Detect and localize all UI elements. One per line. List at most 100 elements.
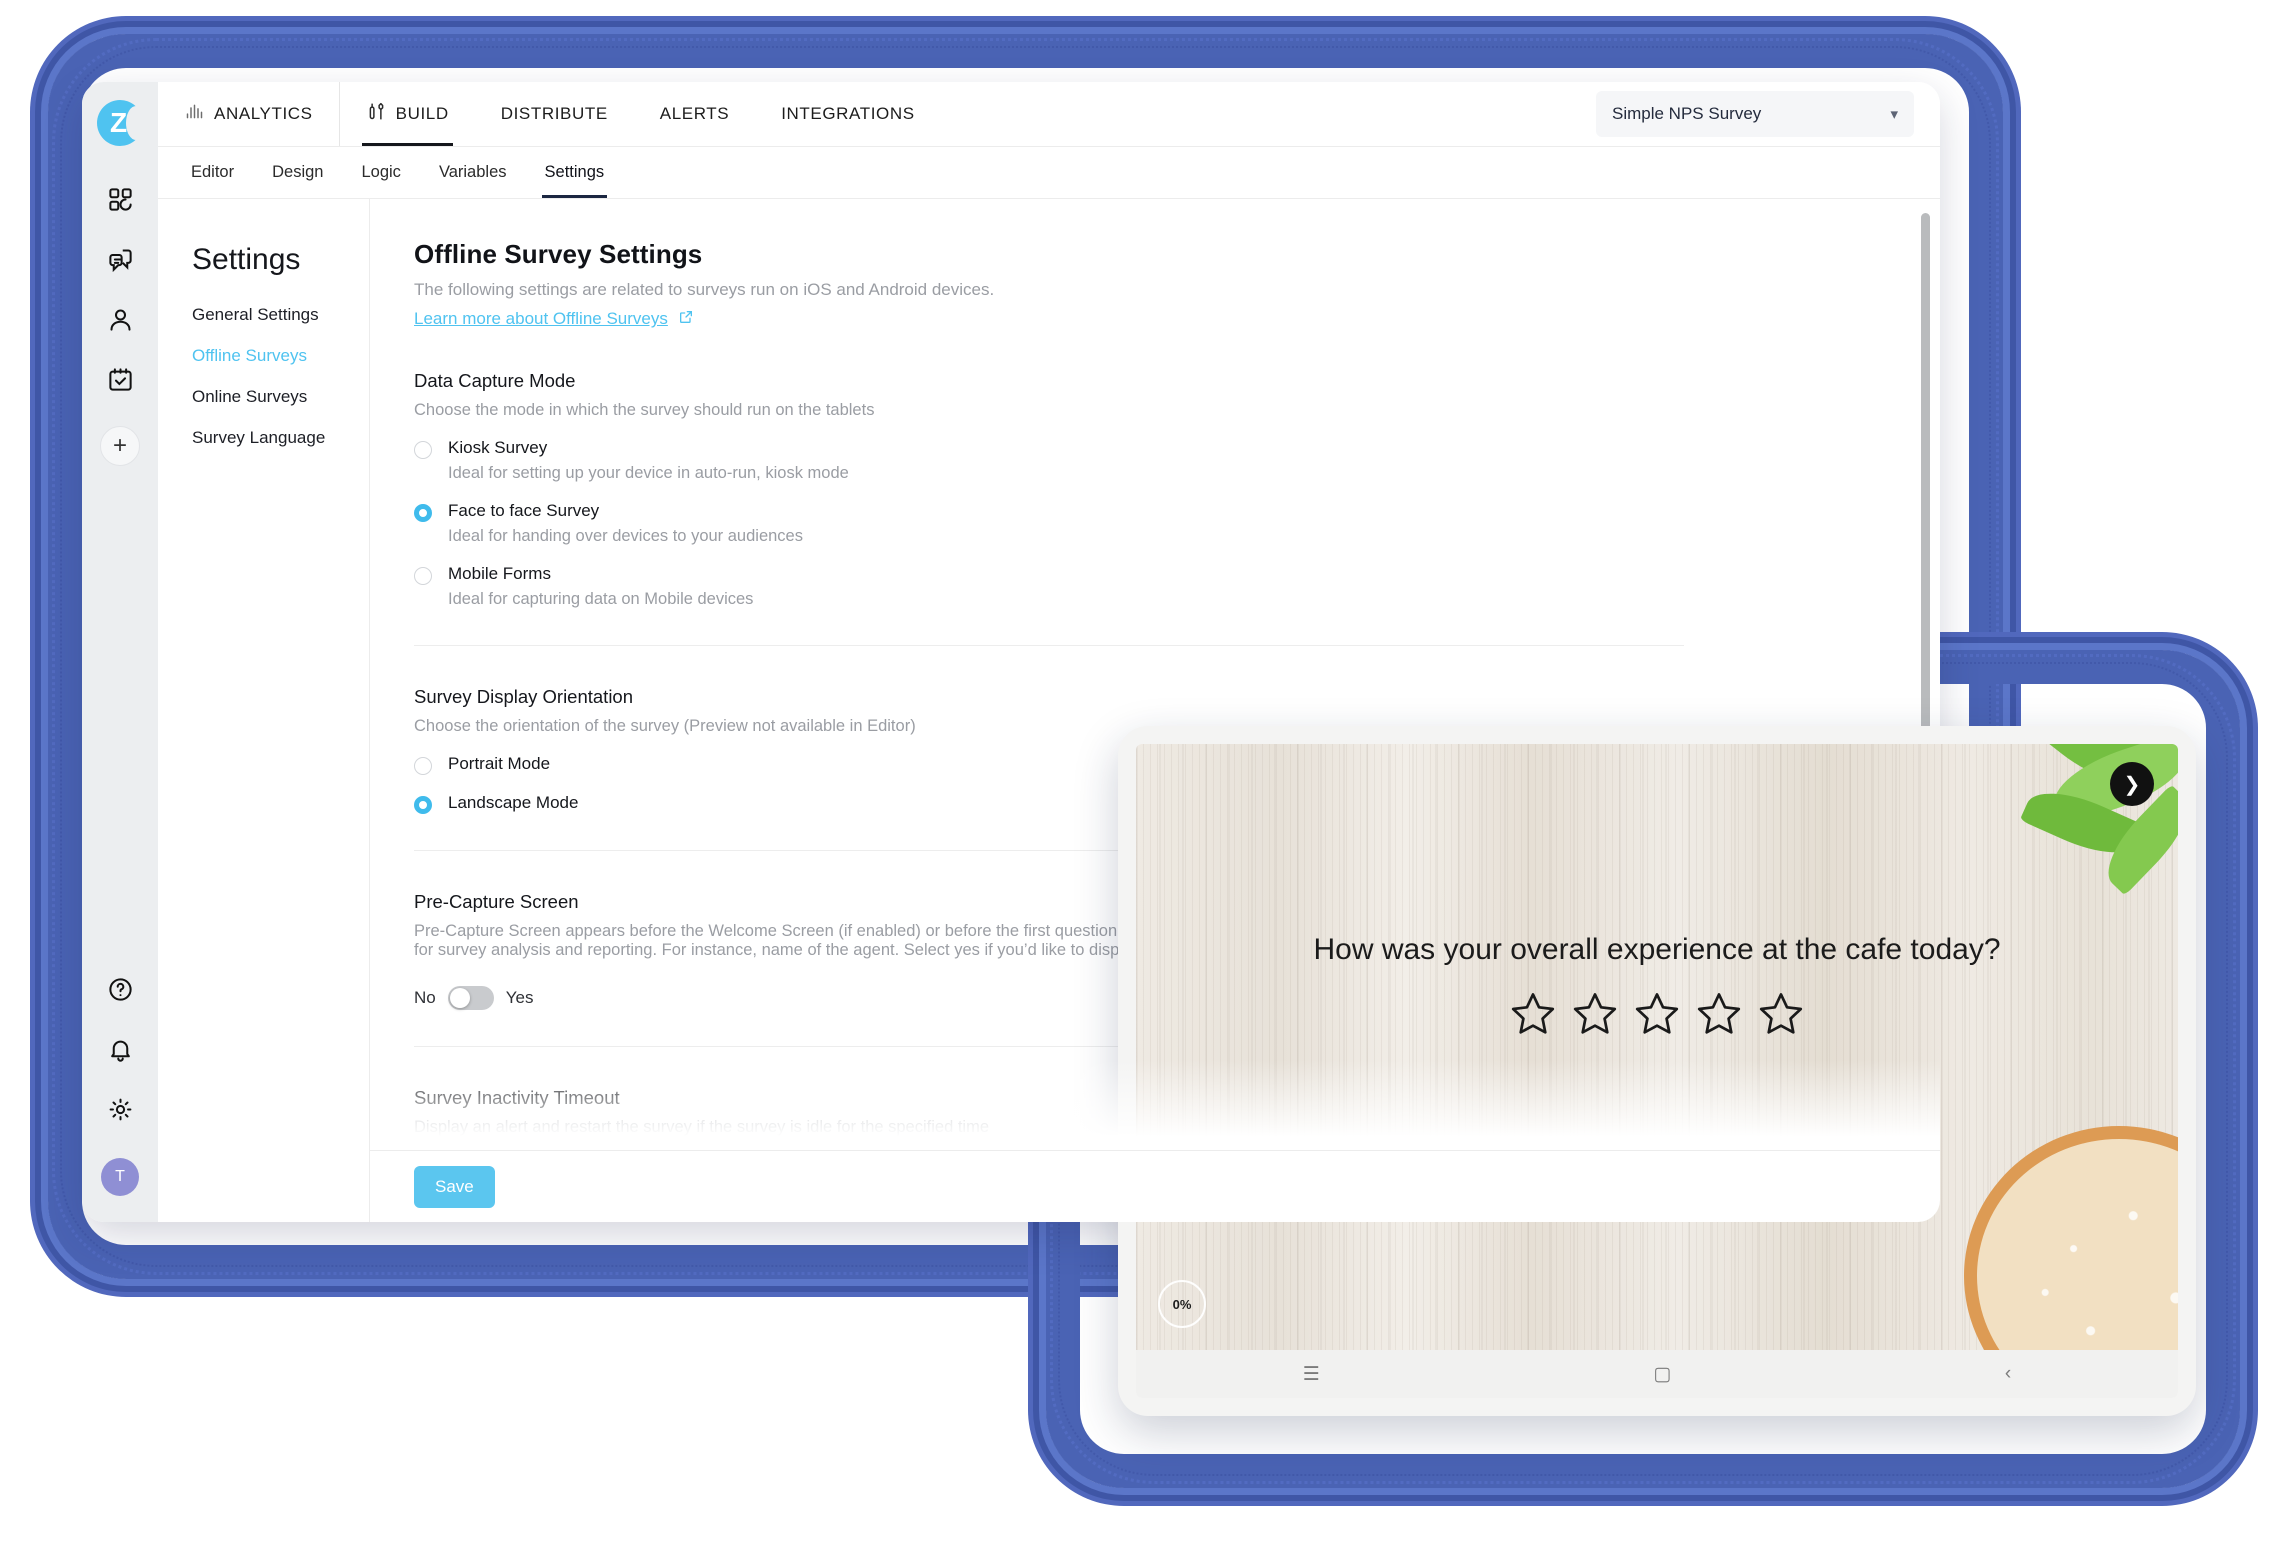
radio-text: Portrait Mode	[448, 754, 550, 774]
tablet-screen: ❯ How was your overall experience at the…	[1136, 744, 2178, 1398]
star-icon[interactable]	[1756, 989, 1806, 1039]
tasks-calendar-check-icon[interactable]	[93, 352, 147, 406]
sidebar-item-offline-surveys[interactable]: Offline Surveys	[192, 346, 369, 366]
star-rating-input[interactable]	[1196, 989, 2118, 1039]
decorative-bread	[1964, 1126, 2178, 1350]
nav-distribute-label: DISTRIBUTE	[500, 104, 608, 124]
tab-editor[interactable]: Editor	[172, 147, 253, 197]
bar-chart-icon	[184, 101, 205, 127]
data-capture-subtext: Choose the mode in which the survey shou…	[414, 400, 875, 419]
nav-integrations-label: INTEGRATIONS	[781, 104, 915, 124]
settings-sidebar-title: Settings	[192, 242, 301, 276]
radio-text: Kiosk Survey Ideal for setting up your d…	[448, 438, 849, 483]
save-button[interactable]: Save	[414, 1165, 495, 1208]
data-capture-heading: Data Capture Mode	[414, 369, 576, 391]
feedback-chat-icon[interactable]	[93, 232, 147, 286]
page-title: Offline Survey Settings	[414, 238, 703, 269]
nav-distribute[interactable]: DISTRIBUTE	[475, 82, 634, 146]
tab-logic-label: Logic	[361, 162, 401, 181]
radio-text: Mobile Forms Ideal for capturing data on…	[448, 564, 753, 609]
chevron-right-icon[interactable]: ❯	[2110, 762, 2154, 806]
star-icon[interactable]	[1632, 989, 1682, 1039]
avatar-initial: T	[115, 1168, 125, 1185]
sidebar-item-survey-language[interactable]: Survey Language	[192, 428, 369, 448]
toggle-knob	[449, 987, 470, 1008]
radio-label: Kiosk Survey	[448, 437, 548, 457]
radio-icon[interactable]	[414, 795, 432, 814]
chevron-down-icon: ▾	[1890, 106, 1898, 124]
survey-selector-dropdown[interactable]: Simple NPS Survey ▾	[1596, 91, 1914, 138]
radio-label: Landscape Mode	[448, 792, 579, 812]
radio-option-face-to-face-survey[interactable]: Face to face Survey Ideal for handing ov…	[414, 501, 1684, 546]
survey-selector-value: Simple NPS Survey	[1612, 104, 1762, 124]
radio-option-mobile-forms[interactable]: Mobile Forms Ideal for capturing data on…	[414, 564, 1684, 609]
dashboard-grid-icon[interactable]	[93, 172, 147, 226]
divider	[414, 644, 1684, 646]
nav-build-label: BUILD	[395, 104, 449, 124]
nav-alerts-label: ALERTS	[659, 104, 730, 124]
nav-analytics[interactable]: ANALYTICS	[158, 82, 340, 147]
survey-progress-value: 0%	[1172, 1296, 1192, 1312]
help-question-icon[interactable]	[93, 962, 147, 1016]
learn-more-link[interactable]: Learn more about Offline Surveys	[414, 309, 694, 330]
tablet-device-preview: ❯ How was your overall experience at the…	[1118, 726, 2196, 1416]
top-navigation-bar: ANALYTICS BUILD DISTRIBUTE ALERTS INTEGR…	[158, 82, 1940, 148]
radio-icon[interactable]	[414, 566, 432, 585]
nav-build[interactable]: BUILD	[340, 82, 475, 147]
topbar-right: Simple NPS Survey ▾	[1596, 82, 1940, 146]
survey-question-block: How was your overall experience at the c…	[1136, 933, 2178, 1039]
home-icon[interactable]: ▢	[1653, 1363, 1671, 1386]
tab-settings[interactable]: Settings	[526, 147, 624, 198]
zonka-logo[interactable]: Z	[97, 100, 146, 146]
radio-label: Mobile Forms	[448, 563, 551, 583]
sidebar-item-online-surveys[interactable]: Online Surveys	[192, 387, 369, 407]
radio-label: Face to face Survey	[448, 500, 600, 520]
nav-alerts[interactable]: ALERTS	[634, 82, 755, 146]
orientation-heading: Survey Display Orientation	[414, 685, 634, 707]
logo-letter: Z	[109, 107, 128, 138]
tab-design[interactable]: Design	[253, 147, 342, 197]
learn-more-label: Learn more about Offline Surveys	[414, 309, 668, 329]
wrench-screwdriver-icon	[366, 101, 387, 127]
notifications-bell-icon[interactable]	[93, 1022, 147, 1076]
sidebar-item-general-settings[interactable]: General Settings	[192, 305, 369, 325]
left-icon-rail: Z + T	[82, 82, 158, 1222]
nav-integrations[interactable]: INTEGRATIONS	[755, 82, 940, 146]
tab-variables-label: Variables	[438, 162, 507, 181]
toggle-off-label: No	[414, 987, 436, 1007]
user-avatar[interactable]: T	[101, 1158, 139, 1196]
radio-icon[interactable]	[414, 503, 432, 522]
settings-sidebar: Settings General Settings Offline Survey…	[158, 198, 370, 1222]
radio-label: Portrait Mode	[448, 753, 551, 773]
tab-design-label: Design	[272, 162, 324, 181]
radio-icon[interactable]	[414, 756, 432, 775]
settings-gear-icon[interactable]	[93, 1082, 147, 1136]
contacts-person-icon[interactable]	[93, 292, 147, 346]
radio-icon[interactable]	[414, 440, 432, 459]
radio-desc: Ideal for handing over devices to your a…	[448, 526, 803, 545]
survey-background-image: ❯ How was your overall experience at the…	[1136, 744, 2178, 1350]
survey-question-text: How was your overall experience at the c…	[1313, 933, 2001, 967]
tab-logic[interactable]: Logic	[342, 147, 419, 197]
star-icon[interactable]	[1508, 989, 1558, 1039]
back-icon[interactable]: ‹	[2005, 1363, 2011, 1385]
tab-variables[interactable]: Variables	[420, 147, 526, 197]
star-icon[interactable]	[1570, 989, 1620, 1039]
page-subtitle: The following settings are related to su…	[414, 279, 995, 299]
tab-editor-label: Editor	[191, 162, 235, 181]
radio-option-kiosk-survey[interactable]: Kiosk Survey Ideal for setting up your d…	[414, 438, 1684, 483]
build-subtabs: Editor Design Logic Variables Settings	[158, 147, 1940, 199]
star-icon[interactable]	[1694, 989, 1744, 1039]
survey-progress-badge: 0%	[1158, 1280, 1206, 1328]
add-button[interactable]: +	[100, 426, 140, 466]
recents-icon[interactable]: ☰	[1303, 1363, 1320, 1386]
section-data-capture-mode: Data Capture Mode Choose the mode in whi…	[414, 370, 1684, 609]
save-bar: Save	[370, 1150, 1940, 1222]
pre-capture-toggle[interactable]	[447, 985, 494, 1010]
tab-settings-label: Settings	[544, 162, 605, 181]
external-link-icon	[678, 309, 694, 330]
screenshot-stage: Z + T ANALYTICS BUILD DISTRIBUTE ALERTS …	[0, 0, 2282, 1545]
add-button-label: +	[112, 432, 127, 459]
radio-desc: Ideal for capturing data on Mobile devic…	[448, 589, 754, 608]
radio-desc: Ideal for setting up your device in auto…	[448, 463, 849, 482]
